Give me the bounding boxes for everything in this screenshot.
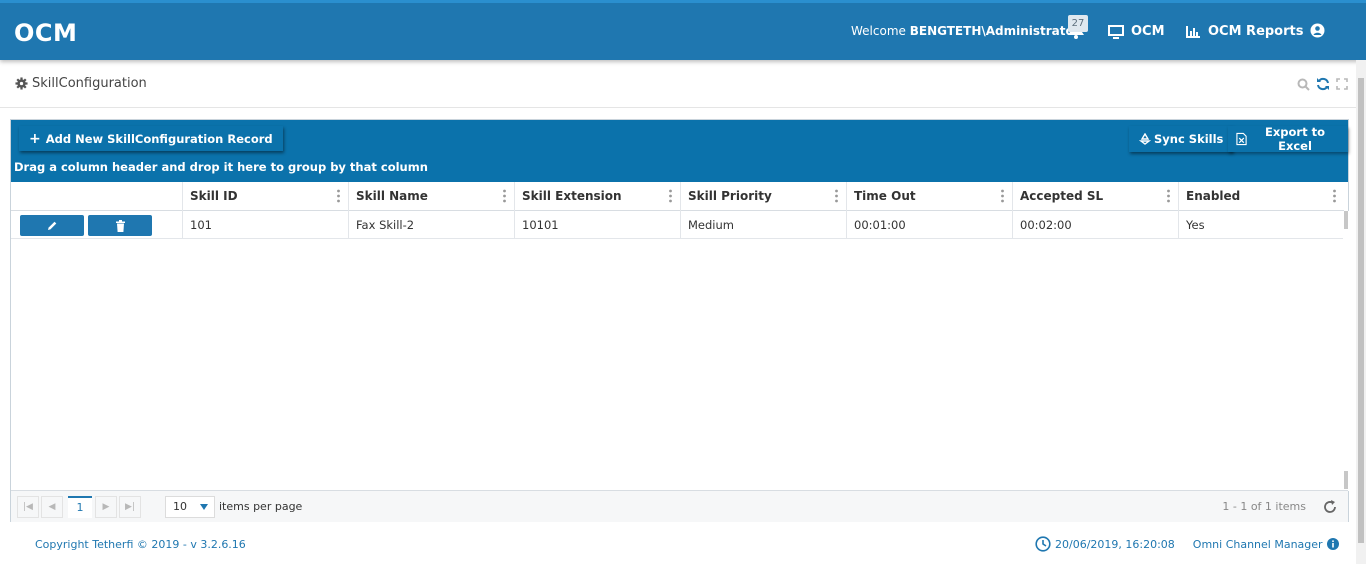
column-header-label: Enabled <box>1186 189 1241 203</box>
column-header-label: Skill Name <box>356 189 428 203</box>
grid-toolbar: + Add New SkillConfiguration Record Sync… <box>11 120 1348 182</box>
refresh-icon[interactable] <box>1316 77 1330 91</box>
cell-accepted-sl: 00:02:00 <box>1012 211 1178 239</box>
chevron-down-icon <box>200 504 208 510</box>
nav-ocm-reports-label: OCM Reports <box>1208 24 1304 39</box>
column-header-actions <box>11 182 182 211</box>
current-user: BENGTETH\Administrator <box>909 24 1080 38</box>
page-size-select[interactable]: 10 <box>165 496 215 518</box>
plus-icon: + <box>29 130 41 147</box>
pager-info: 1 - 1 of 1 items <box>1222 500 1306 513</box>
user-circle-icon[interactable] <box>1310 23 1325 38</box>
column-menu-icon[interactable] <box>835 189 838 203</box>
expand-icon[interactable] <box>1336 78 1348 90</box>
sync-skills-label: Sync Skills <box>1154 132 1224 146</box>
copyright-text: Copyright Tetherfi © 2019 - v 3.2.6.16 <box>35 538 246 551</box>
grid-vertical-scrollbar[interactable] <box>1343 211 1349 491</box>
monitor-icon <box>1108 24 1124 39</box>
column-header-time-out[interactable]: Time Out <box>846 182 1012 211</box>
column-header-skill-priority[interactable]: Skill Priority <box>680 182 846 211</box>
column-header-enabled[interactable]: Enabled <box>1178 182 1344 211</box>
welcome-prefix: Welcome <box>851 24 906 38</box>
cell-skill-name: Fax Skill-2 <box>348 211 514 239</box>
page-vertical-scrollbar[interactable] <box>1356 60 1366 564</box>
welcome-text: Welcome BENGTETH\Administrator <box>851 24 1080 38</box>
grid-header-row: Skill ID Skill Name Skill Extension Skil… <box>11 182 1344 211</box>
first-page-icon[interactable]: |◀ <box>17 496 39 518</box>
cell-skill-priority: Medium <box>680 211 846 239</box>
column-menu-icon[interactable] <box>669 189 672 203</box>
page-title: SkillConfiguration <box>15 76 147 91</box>
cell-time-out: 00:01:00 <box>846 211 1012 239</box>
notification-count-badge[interactable]: 27 <box>1068 15 1088 32</box>
grid-pager: |◀ ◀ 1 ▶ ▶| 10 items per page 1 - 1 of 1… <box>11 490 1348 522</box>
top-header: OCM Welcome BENGTETH\Administrator 27 OC… <box>0 0 1366 60</box>
page-size-value: 10 <box>173 500 187 513</box>
edit-button[interactable] <box>20 215 84 236</box>
page-title-text: SkillConfiguration <box>32 76 147 91</box>
column-menu-icon[interactable] <box>1333 189 1336 203</box>
column-menu-icon[interactable] <box>503 189 506 203</box>
info-icon[interactable] <box>1326 538 1339 550</box>
pencil-icon <box>48 221 57 230</box>
cell-skill-extension: 10101 <box>514 211 680 239</box>
table-row[interactable]: 101 Fax Skill-2 10101 Medium 00:01:00 00… <box>11 211 1344 239</box>
pager-refresh-icon[interactable] <box>1322 499 1338 515</box>
current-page[interactable]: 1 <box>68 496 92 518</box>
nav-ocm[interactable]: OCM <box>1108 24 1165 39</box>
excel-file-icon <box>1236 132 1247 146</box>
column-header-skill-extension[interactable]: Skill Extension <box>514 182 680 211</box>
recycle-icon <box>1139 133 1151 145</box>
sync-skills-button[interactable]: Sync Skills <box>1129 126 1234 152</box>
next-page-icon[interactable]: ▶ <box>95 496 117 518</box>
column-menu-icon[interactable] <box>337 189 340 203</box>
column-header-skill-name[interactable]: Skill Name <box>348 182 514 211</box>
column-header-label: Skill ID <box>190 189 238 203</box>
footer-status: 20/06/2019, 16:20:08 Omni Channel Manage… <box>1035 536 1339 552</box>
trash-icon <box>115 219 125 232</box>
column-menu-icon[interactable] <box>1001 189 1004 203</box>
bar-chart-icon <box>1186 26 1200 38</box>
column-header-label: Skill Priority <box>688 189 772 203</box>
column-header-skill-id[interactable]: Skill ID <box>182 182 348 211</box>
export-excel-label: Export to Excel <box>1265 125 1325 153</box>
clock-icon <box>1035 536 1051 552</box>
column-header-label: Accepted SL <box>1020 189 1104 203</box>
search-icon[interactable] <box>1297 78 1310 91</box>
group-by-hint[interactable]: Drag a column header and drop it here to… <box>14 160 428 174</box>
add-record-label: Add New SkillConfiguration Record <box>45 131 273 146</box>
cell-skill-id: 101 <box>182 211 348 239</box>
cell-enabled: Yes <box>1178 211 1344 239</box>
column-header-label: Time Out <box>854 189 916 203</box>
page-title-bar: SkillConfiguration <box>0 60 1356 108</box>
column-header-accepted-sl[interactable]: Accepted SL <box>1012 182 1178 211</box>
delete-button[interactable] <box>88 215 152 236</box>
add-record-button[interactable]: + Add New SkillConfiguration Record <box>19 126 283 151</box>
skill-grid-panel: + Add New SkillConfiguration Record Sync… <box>10 119 1349 522</box>
scrollbar-thumb-bottom[interactable] <box>1344 471 1348 489</box>
page-size-label: items per page <box>219 500 303 513</box>
nav-ocm-label: OCM <box>1131 24 1165 39</box>
prev-page-icon[interactable]: ◀ <box>41 496 63 518</box>
last-page-icon[interactable]: ▶| <box>119 496 141 518</box>
scrollbar-thumb[interactable] <box>1344 211 1348 229</box>
gear-icon <box>15 77 28 90</box>
export-excel-button[interactable]: Export to Excel <box>1228 125 1348 153</box>
app-logo[interactable]: OCM <box>14 19 77 47</box>
footer-datetime: 20/06/2019, 16:20:08 <box>1055 537 1175 551</box>
title-tools <box>1297 77 1348 91</box>
column-header-label: Skill Extension <box>522 189 622 203</box>
column-menu-icon[interactable] <box>1167 189 1170 203</box>
nav-ocm-reports[interactable]: OCM Reports <box>1185 24 1303 39</box>
footer-app-name: Omni Channel Manager <box>1192 537 1323 551</box>
page-scrollbar-thumb[interactable] <box>1358 78 1364 543</box>
row-actions-cell <box>11 211 182 239</box>
